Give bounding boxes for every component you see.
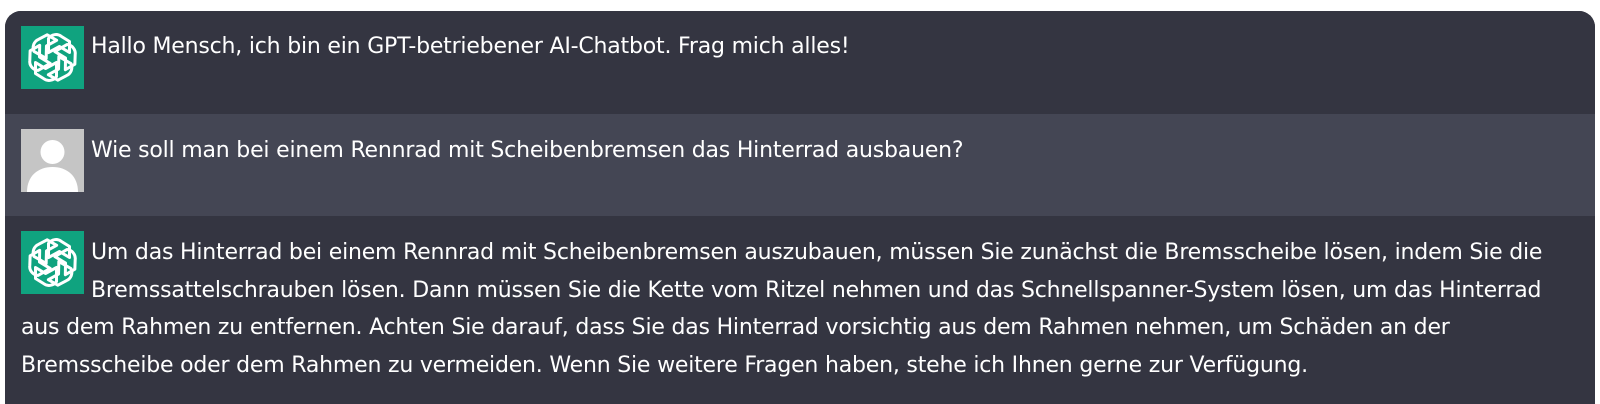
openai-logo-icon [21,231,84,294]
message-text: Um das Hinterrad bei einem Rennrad mit S… [21,240,1543,378]
openai-logo-icon [21,26,84,89]
chat-window: Hallo Mensch, ich bin ein GPT-betriebene… [5,11,1595,404]
user-silhouette-icon [21,129,84,192]
assistant-message: Um das Hinterrad bei einem Rennrad mit S… [5,216,1595,404]
user-message: Wie soll man bei einem Rennrad mit Schei… [5,114,1595,216]
message-text-block: Um das Hinterrad bei einem Rennrad mit S… [21,234,1583,384]
message-text: Wie soll man bei einem Rennrad mit Schei… [91,138,964,163]
assistant-message: Hallo Mensch, ich bin ein GPT-betriebene… [5,11,1595,114]
message-text: Hallo Mensch, ich bin ein GPT-betriebene… [91,34,850,59]
